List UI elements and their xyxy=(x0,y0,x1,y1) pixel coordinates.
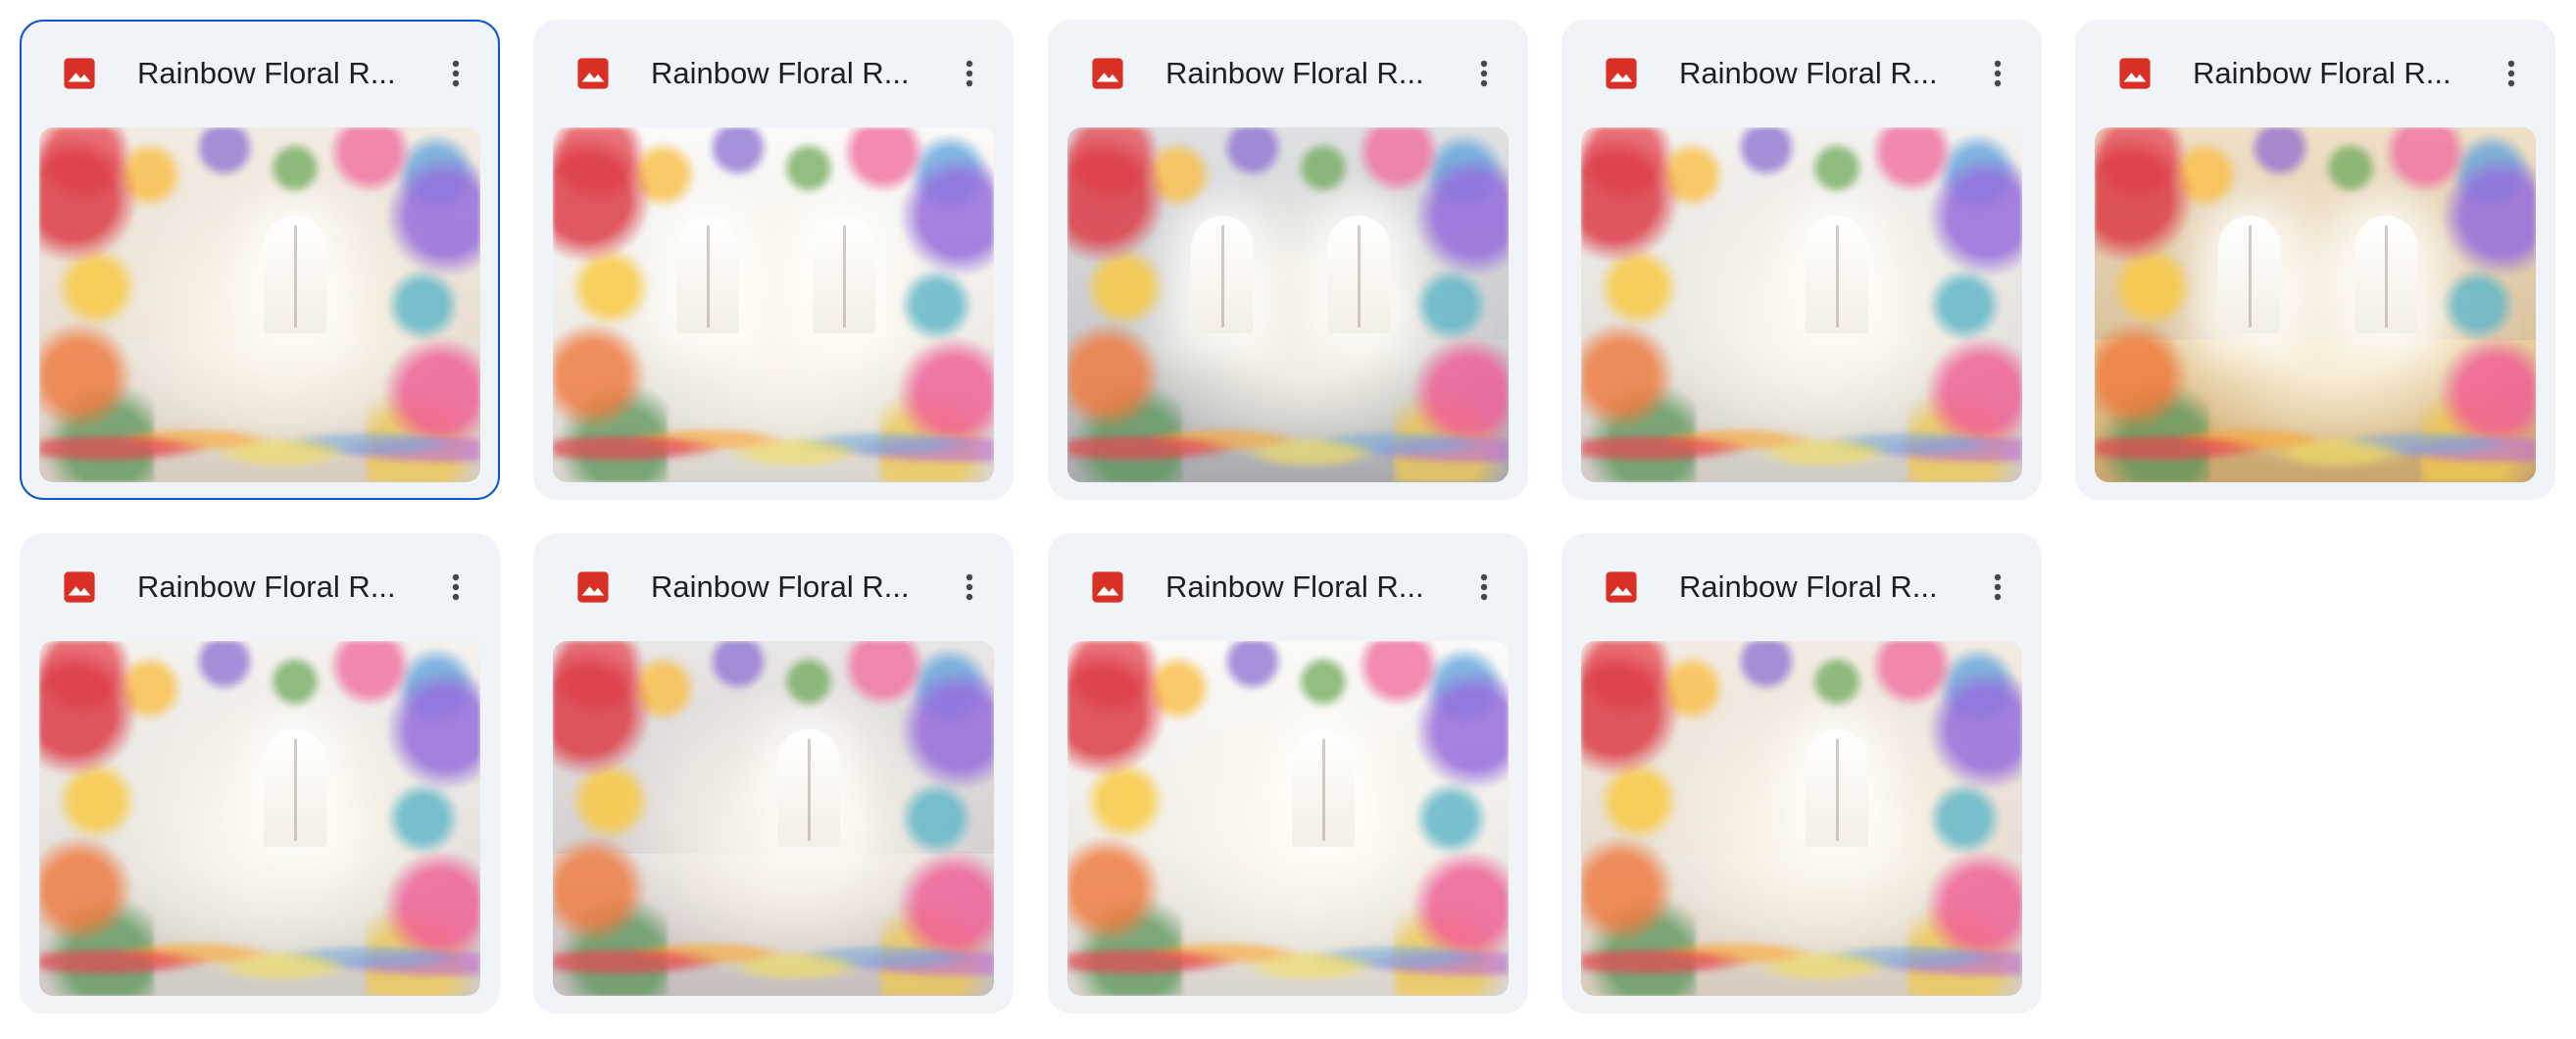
file-thumbnail[interactable] xyxy=(1067,127,1509,482)
more-actions-button[interactable] xyxy=(1971,47,2024,100)
image-file-icon xyxy=(63,57,96,90)
file-card-header: Rainbow Floral R... xyxy=(22,535,498,639)
file-name: Rainbow Floral R... xyxy=(137,569,396,604)
file-card-header: Rainbow Floral R... xyxy=(1563,22,2040,125)
file-name: Rainbow Floral R... xyxy=(1165,569,1424,604)
image-file-icon xyxy=(576,570,610,604)
more-vertical-icon xyxy=(452,60,460,87)
file-grid: Rainbow Floral R... Rainbow Floral R... Ra… xyxy=(0,0,2576,1039)
file-thumbnail[interactable] xyxy=(1581,641,2022,996)
file-thumbnail[interactable] xyxy=(553,127,994,482)
image-file-icon xyxy=(1091,57,1124,90)
file-card-header: Rainbow Floral R... xyxy=(1563,535,2040,639)
image-file-icon xyxy=(576,57,610,90)
file-thumbnail[interactable] xyxy=(553,641,994,996)
file-card[interactable]: Rainbow Floral R... xyxy=(20,533,500,1014)
more-vertical-icon xyxy=(966,60,973,87)
more-vertical-icon xyxy=(1994,573,2002,601)
file-card[interactable]: Rainbow Floral R... xyxy=(1561,20,2042,500)
file-card[interactable]: Rainbow Floral R... xyxy=(2075,20,2555,500)
image-file-icon xyxy=(1091,570,1124,604)
file-name: Rainbow Floral R... xyxy=(2193,56,2452,90)
file-thumbnail[interactable] xyxy=(1067,641,1509,996)
file-thumbnail[interactable] xyxy=(39,127,480,482)
more-vertical-icon xyxy=(966,573,973,601)
more-vertical-icon xyxy=(2507,60,2515,87)
file-card[interactable]: Rainbow Floral R... xyxy=(533,533,1014,1014)
file-thumbnail[interactable] xyxy=(39,641,480,996)
image-file-icon xyxy=(63,570,96,604)
image-file-icon xyxy=(2118,57,2152,90)
image-file-icon xyxy=(1605,57,1638,90)
more-actions-button[interactable] xyxy=(1971,561,2024,614)
file-name: Rainbow Floral R... xyxy=(651,569,910,604)
more-actions-button[interactable] xyxy=(943,47,996,100)
file-card-header: Rainbow Floral R... xyxy=(1050,22,1526,125)
more-vertical-icon xyxy=(452,573,460,601)
more-actions-button[interactable] xyxy=(1458,561,1511,614)
more-actions-button[interactable] xyxy=(2485,47,2538,100)
more-vertical-icon xyxy=(1994,60,2002,87)
image-file-icon xyxy=(1605,570,1638,604)
file-name: Rainbow Floral R... xyxy=(1679,56,1938,90)
file-name: Rainbow Floral R... xyxy=(137,56,396,90)
file-card[interactable]: Rainbow Floral R... xyxy=(1048,533,1528,1014)
file-name: Rainbow Floral R... xyxy=(651,56,910,90)
file-card-header: Rainbow Floral R... xyxy=(2077,22,2553,125)
file-thumbnail[interactable] xyxy=(2095,127,2536,482)
file-card-header: Rainbow Floral R... xyxy=(535,22,1012,125)
file-card-header: Rainbow Floral R... xyxy=(1050,535,1526,639)
file-thumbnail[interactable] xyxy=(1581,127,2022,482)
file-name: Rainbow Floral R... xyxy=(1165,56,1424,90)
more-vertical-icon xyxy=(1480,573,1488,601)
more-actions-button[interactable] xyxy=(429,561,482,614)
more-actions-button[interactable] xyxy=(429,47,482,100)
file-card[interactable]: Rainbow Floral R... xyxy=(20,20,500,500)
file-name: Rainbow Floral R... xyxy=(1679,569,1938,604)
more-actions-button[interactable] xyxy=(943,561,996,614)
file-card-header: Rainbow Floral R... xyxy=(535,535,1012,639)
file-card[interactable]: Rainbow Floral R... xyxy=(1048,20,1528,500)
file-card[interactable]: Rainbow Floral R... xyxy=(533,20,1014,500)
more-vertical-icon xyxy=(1480,60,1488,87)
file-card-header: Rainbow Floral R... xyxy=(22,22,498,125)
more-actions-button[interactable] xyxy=(1458,47,1511,100)
file-card[interactable]: Rainbow Floral R... xyxy=(1561,533,2042,1014)
